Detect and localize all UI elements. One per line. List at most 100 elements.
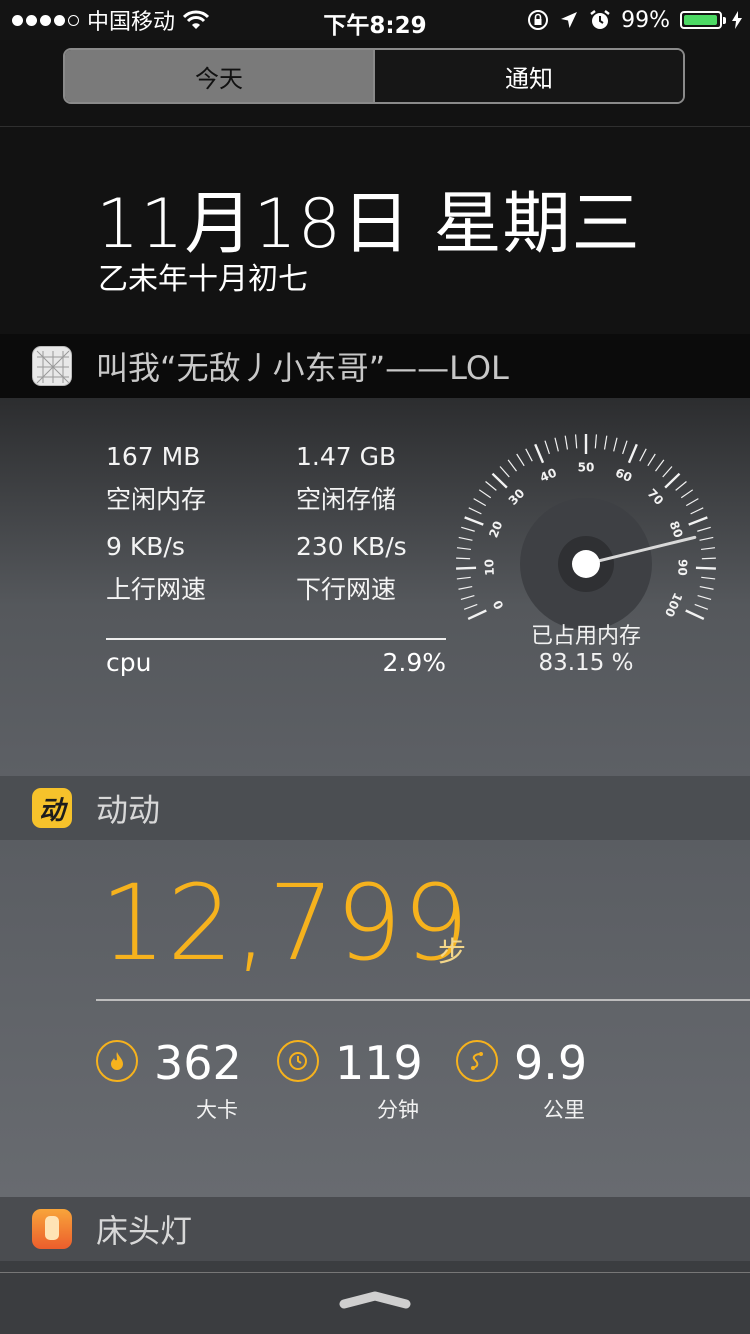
download-speed-value: 230 KB/s: [296, 532, 407, 561]
battery-percent: 99%: [621, 7, 670, 33]
status-right: 99%: [527, 5, 742, 35]
gauge-caption: 已占用内存: [530, 624, 641, 649]
gauge-minor-tick: [639, 448, 647, 462]
bottom-divider: [0, 1272, 750, 1273]
cpu-label: cpu: [106, 648, 152, 677]
gauge-minor-tick: [701, 576, 716, 580]
gauge-minor-tick: [473, 498, 487, 507]
gauge-minor-tick: [460, 595, 475, 600]
free-storage-label: 空闲存储: [296, 485, 397, 514]
gauge-minor-tick: [690, 507, 704, 515]
free-memory-stat: 167 MB 空闲内存: [106, 442, 206, 516]
clock-icon: [277, 1040, 319, 1082]
system-widget-title: 叫我“无敌丿小东哥”——LOL: [96, 349, 509, 387]
gauge-minor-tick: [468, 507, 482, 515]
gauge-tick-label: 0: [490, 598, 506, 611]
gauge-minor-tick: [461, 526, 475, 532]
free-storage-stat: 1.47 GB 空闲存储: [296, 442, 396, 516]
dongdong-widget-header[interactable]: 动 动动: [0, 776, 750, 840]
gauge-minor-tick: [463, 603, 478, 610]
distance-label: 公里: [543, 1098, 585, 1122]
gauge-minor-tick: [697, 595, 712, 600]
system-widget-header[interactable]: 叫我“无敌丿小东哥”——LOL: [0, 334, 750, 398]
duration-label: 分钟: [377, 1098, 419, 1122]
gauge-minor-tick: [564, 435, 569, 450]
dongdong-divider: [96, 999, 750, 1001]
pull-up-handle-icon[interactable]: [338, 1288, 412, 1312]
segmented-control: 今天 通知: [63, 48, 685, 104]
gauge-tick-label: 20: [486, 519, 505, 540]
gauge-minor-tick: [458, 536, 473, 541]
gauge-minor-tick: [613, 437, 618, 452]
status-bar: 中国移动 下午8:29 99%: [0, 0, 750, 40]
tab-notifications[interactable]: 通知: [373, 50, 683, 102]
gauge-tick-label: 60: [613, 465, 634, 484]
gauge-tick-label: 40: [538, 465, 559, 484]
gauge-minor-tick: [485, 481, 497, 491]
calories-value: 362: [154, 1036, 242, 1090]
gauge-major-tick: [627, 443, 638, 464]
gauge-minor-tick: [655, 459, 665, 472]
flame-icon: [96, 1040, 138, 1082]
lunar-date: 乙未年十月初七: [98, 262, 308, 297]
download-speed-stat: 230 KB/s 下行网速: [296, 532, 407, 606]
gauge-minor-tick: [507, 459, 517, 472]
charging-bolt-icon: [732, 11, 742, 29]
gauge-minor-tick: [594, 434, 598, 449]
upload-speed-label: 上行网速: [106, 575, 207, 604]
gauge-major-tick: [491, 472, 508, 489]
gauge-major-tick: [464, 516, 484, 526]
gauge-minor-tick: [456, 576, 471, 580]
gauge-minor-tick: [647, 453, 656, 467]
gauge-minor-tick: [699, 536, 714, 541]
gauge-minor-tick: [456, 547, 471, 551]
step-count: 12,799: [100, 862, 470, 984]
gauge-minor-tick: [478, 489, 492, 499]
distance-value: 9.9: [514, 1036, 588, 1090]
gauge-minor-tick: [675, 481, 687, 491]
gauge-tick-label: 100: [662, 590, 685, 619]
gauge-minor-tick: [603, 435, 608, 450]
lamp-app-icon: [32, 1209, 72, 1249]
free-memory-label: 空闲内存: [106, 485, 207, 514]
system-widget-app-icon: [32, 346, 72, 386]
gauge-minor-tick: [499, 466, 510, 478]
tab-today[interactable]: 今天: [65, 50, 373, 102]
divider: [0, 126, 750, 127]
lamp-widget-title: 床头灯: [96, 1212, 193, 1250]
gauge-major-tick: [688, 516, 708, 526]
gauge-tick-label: 10: [482, 559, 497, 576]
gauge-needle-cap: [572, 550, 600, 578]
gauge-minor-tick: [701, 547, 716, 551]
upload-speed-stat: 9 KB/s 上行网速: [106, 532, 206, 606]
gauge-minor-tick: [662, 466, 673, 478]
gauge-minor-tick: [574, 434, 578, 449]
gauge-minor-tick: [525, 448, 533, 462]
lamp-widget-header[interactable]: 床头灯: [0, 1197, 750, 1261]
gauge-tick-label: 70: [645, 486, 667, 508]
cpu-divider: [106, 638, 446, 640]
gauge-minor-tick: [516, 453, 525, 467]
gauge-minor-tick: [544, 440, 550, 455]
gauge-major-tick: [695, 566, 716, 570]
gauge-minor-tick: [701, 557, 716, 560]
calories-label: 大卡: [196, 1098, 238, 1122]
route-icon: [456, 1040, 498, 1082]
battery-icon: [680, 11, 726, 29]
gauge-tick-label: 80: [667, 519, 686, 540]
gauge-minor-tick: [685, 498, 699, 507]
gauge-tick-label: 90: [675, 559, 690, 576]
gauge-value: 83.15 %: [538, 650, 634, 676]
gauge-tick-label: 30: [506, 486, 528, 508]
free-storage-value: 1.47 GB: [296, 442, 397, 471]
gauge-major-tick: [456, 566, 477, 570]
download-speed-label: 下行网速: [296, 575, 397, 604]
rotation-lock-icon: [528, 10, 549, 30]
dongdong-widget-title: 动动: [96, 791, 161, 829]
gauge-major-tick: [685, 609, 705, 621]
gauge-minor-tick: [622, 440, 628, 455]
gauge-minor-tick: [456, 557, 471, 560]
gauge-major-tick: [664, 472, 681, 489]
gauge-minor-tick: [554, 437, 559, 452]
gauge-minor-tick: [694, 603, 709, 610]
